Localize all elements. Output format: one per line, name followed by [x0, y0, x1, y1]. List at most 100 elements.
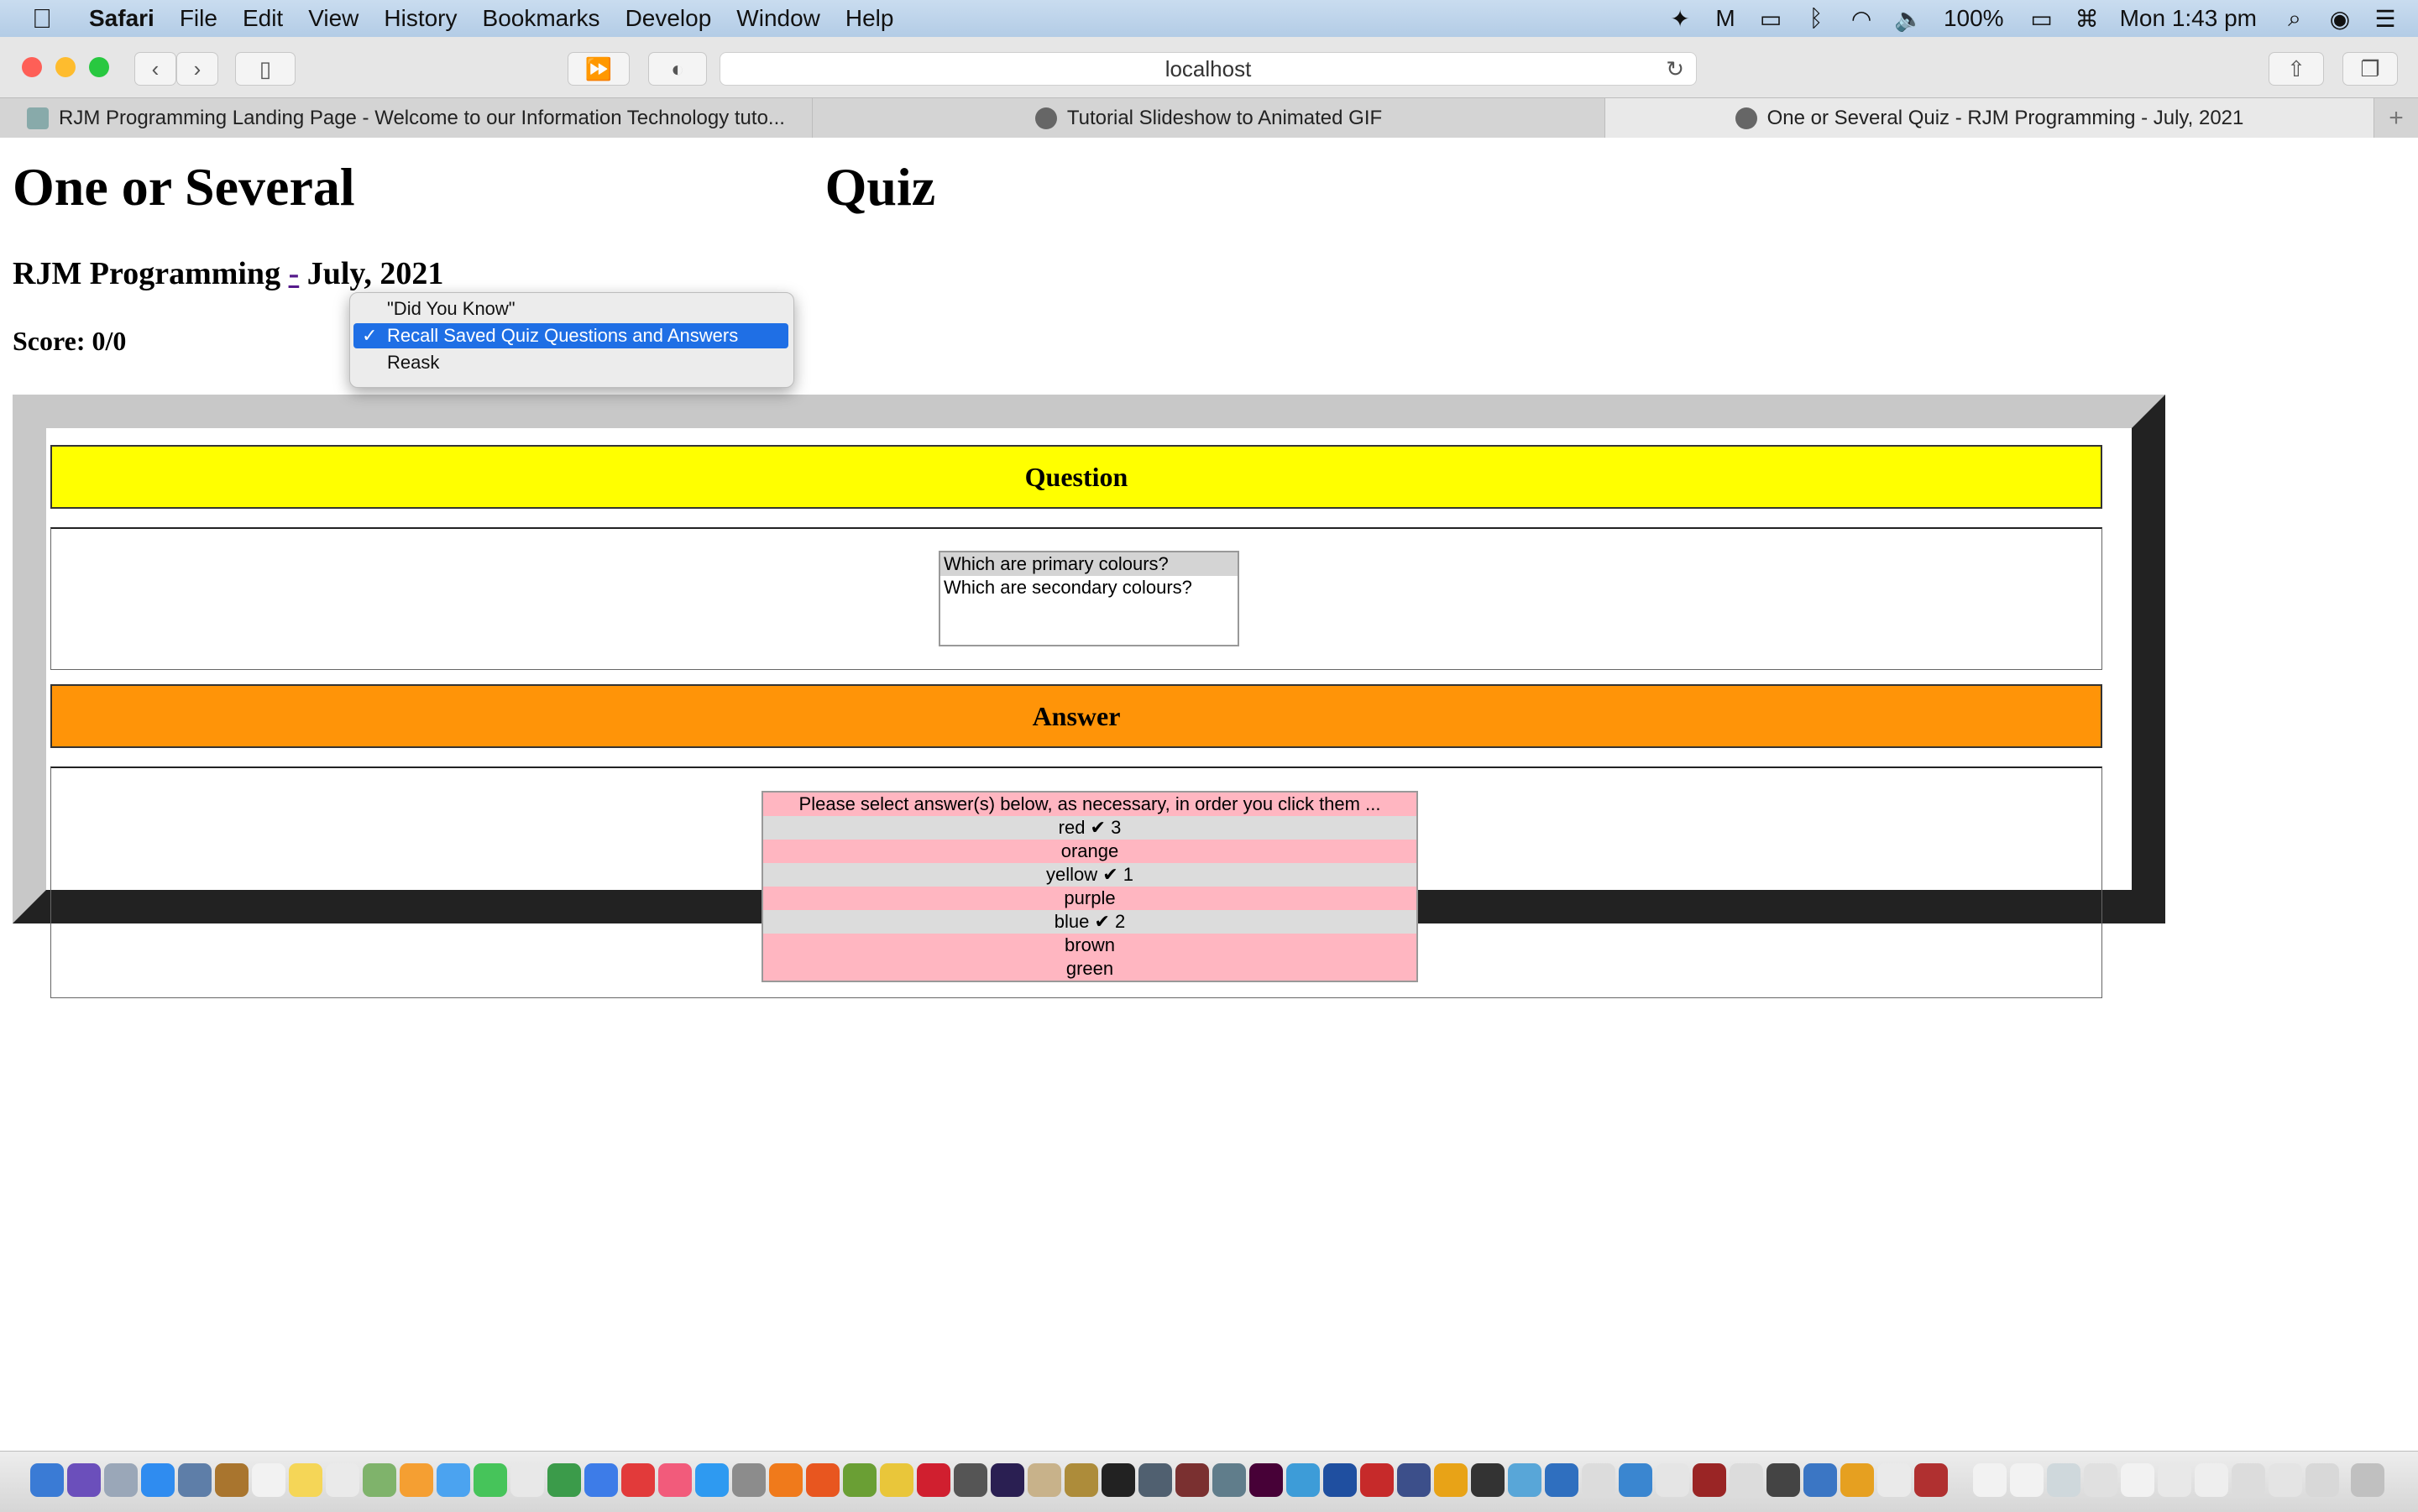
photoshop-icon[interactable] [991, 1463, 1024, 1497]
app-icon[interactable] [1323, 1463, 1357, 1497]
app-icon[interactable] [1138, 1463, 1172, 1497]
siri-icon[interactable]: ◉ [2327, 5, 2353, 33]
document-icon[interactable] [1973, 1463, 2007, 1497]
airplay-icon[interactable]: ▭ [1758, 5, 1783, 33]
address-bar[interactable]: localhost ↻ [720, 52, 1697, 86]
menu-file[interactable]: File [180, 5, 217, 32]
zoom-window-button[interactable] [89, 57, 109, 77]
menu-edit[interactable]: Edit [243, 5, 283, 32]
facetime-icon[interactable] [474, 1463, 507, 1497]
question-option[interactable]: Which are secondary colours? [940, 576, 1238, 599]
app-icon[interactable] [1803, 1463, 1837, 1497]
adobe-xd-icon[interactable] [1249, 1463, 1283, 1497]
menu-app-name[interactable]: Safari [89, 5, 154, 32]
menu-bookmarks[interactable]: Bookmarks [483, 5, 600, 32]
app-icon[interactable] [1582, 1463, 1615, 1497]
answer-option[interactable]: blue ✔ 2 [763, 910, 1416, 934]
app-icon[interactable] [1656, 1463, 1689, 1497]
preview-icon[interactable] [178, 1463, 212, 1497]
menu-history[interactable]: History [384, 5, 457, 32]
volume-icon[interactable]: 🔈 [1894, 5, 1923, 33]
tab-slideshow-gif[interactable]: Tutorial Slideshow to Animated GIF [813, 98, 1605, 139]
finder-icon[interactable] [30, 1463, 64, 1497]
new-tab-button[interactable]: + [2374, 98, 2418, 139]
menu-develop[interactable]: Develop [625, 5, 712, 32]
menu-window[interactable]: Window [736, 5, 820, 32]
tab-overview-button[interactable]: ❐ [2342, 52, 2398, 86]
filezilla-icon[interactable] [1360, 1463, 1394, 1497]
notification-center-icon[interactable]: ☰ [2373, 5, 2398, 33]
utility-icon[interactable] [1065, 1463, 1098, 1497]
menu-view[interactable]: View [308, 5, 359, 32]
forward-button[interactable]: › [176, 52, 218, 86]
dropdown-item-recall-saved[interactable]: ✓ Recall Saved Quiz Questions and Answers [353, 323, 788, 348]
reader-forward-button[interactable]: ⏩ [568, 52, 630, 86]
app-icon[interactable] [1693, 1463, 1726, 1497]
app-icon[interactable] [1397, 1463, 1431, 1497]
messages-icon[interactable] [437, 1463, 470, 1497]
books-icon[interactable] [1840, 1463, 1874, 1497]
document-icon[interactable] [2047, 1463, 2080, 1497]
safari-dock-icon[interactable] [141, 1463, 175, 1497]
question-option[interactable]: Which are primary colours? [940, 552, 1238, 576]
answer-option[interactable]: brown [763, 934, 1416, 957]
document-icon[interactable] [2010, 1463, 2044, 1497]
pages-icon[interactable] [510, 1463, 544, 1497]
answer-option[interactable]: green [763, 957, 1416, 981]
app-icon[interactable] [1471, 1463, 1505, 1497]
keyboard-icon[interactable]: ⌘ [2075, 5, 2100, 33]
notes-icon[interactable] [289, 1463, 322, 1497]
terminal-icon[interactable] [1102, 1463, 1135, 1497]
share-button[interactable]: ⇧ [2269, 52, 2324, 86]
menu-clock[interactable]: Mon 1:43 pm [2120, 5, 2257, 32]
dictionary-icon[interactable] [1914, 1463, 1948, 1497]
spotlight-search-icon[interactable]: ⌕ [2282, 5, 2307, 33]
system-preferences-icon[interactable] [732, 1463, 766, 1497]
minimize-window-button[interactable] [55, 57, 76, 77]
back-button[interactable]: ‹ [134, 52, 176, 86]
answer-option[interactable]: red ✔ 3 [763, 816, 1416, 840]
reload-icon[interactable]: ↻ [1666, 56, 1684, 82]
document-icon[interactable] [2269, 1463, 2302, 1497]
contacts-icon[interactable] [215, 1463, 249, 1497]
apple-icon[interactable]:  [32, 3, 62, 34]
document-icon[interactable] [2084, 1463, 2117, 1497]
chrome-icon[interactable] [880, 1463, 913, 1497]
battery-icon[interactable]: ▭ [2029, 5, 2054, 33]
document-icon[interactable] [2158, 1463, 2191, 1497]
malwarebytes-icon[interactable]: M [1713, 5, 1738, 32]
sidebar-button[interactable]: ▯ [235, 52, 296, 86]
bluetooth-icon[interactable]: ᛒ [1803, 5, 1829, 32]
app-icon[interactable] [1766, 1463, 1800, 1497]
question-select[interactable]: Which are primary colours? Which are sec… [939, 551, 1239, 646]
answer-select[interactable]: Please select answer(s) below, as necess… [762, 791, 1418, 982]
document-icon[interactable] [2121, 1463, 2154, 1497]
document-icon[interactable] [2195, 1463, 2228, 1497]
document-icon[interactable] [2232, 1463, 2265, 1497]
document-icon[interactable] [1877, 1463, 1911, 1497]
gimp-icon[interactable] [954, 1463, 987, 1497]
app-icon[interactable] [1434, 1463, 1468, 1497]
numbers-icon[interactable] [547, 1463, 581, 1497]
app-icon[interactable] [1545, 1463, 1578, 1497]
tab-quiz[interactable]: One or Several Quiz - RJM Programming - … [1605, 98, 2374, 139]
photos-icon[interactable] [400, 1463, 433, 1497]
answer-option[interactable]: purple [763, 887, 1416, 910]
dropdown-item-reask[interactable]: Reask [353, 350, 788, 375]
tab-rjm-landing[interactable]: RJM Programming Landing Page - Welcome t… [0, 98, 813, 139]
maps-icon[interactable] [363, 1463, 396, 1497]
document-icon[interactable] [2305, 1463, 2339, 1497]
close-window-button[interactable] [22, 57, 42, 77]
dropdown-item-did-you-know[interactable]: "Did You Know" [353, 296, 788, 322]
vlc-icon[interactable] [769, 1463, 803, 1497]
app-icon[interactable] [1508, 1463, 1541, 1497]
keynote-icon[interactable] [584, 1463, 618, 1497]
menu-help[interactable]: Help [845, 5, 894, 32]
reminders-icon[interactable] [326, 1463, 359, 1497]
privacy-shield-button[interactable]: ◐ [648, 52, 707, 86]
app-icon[interactable] [1730, 1463, 1763, 1497]
siri-dock-icon[interactable] [67, 1463, 101, 1497]
opera-icon[interactable] [917, 1463, 950, 1497]
subtitle-link[interactable]: - [289, 256, 300, 291]
app-store-icon[interactable] [695, 1463, 729, 1497]
